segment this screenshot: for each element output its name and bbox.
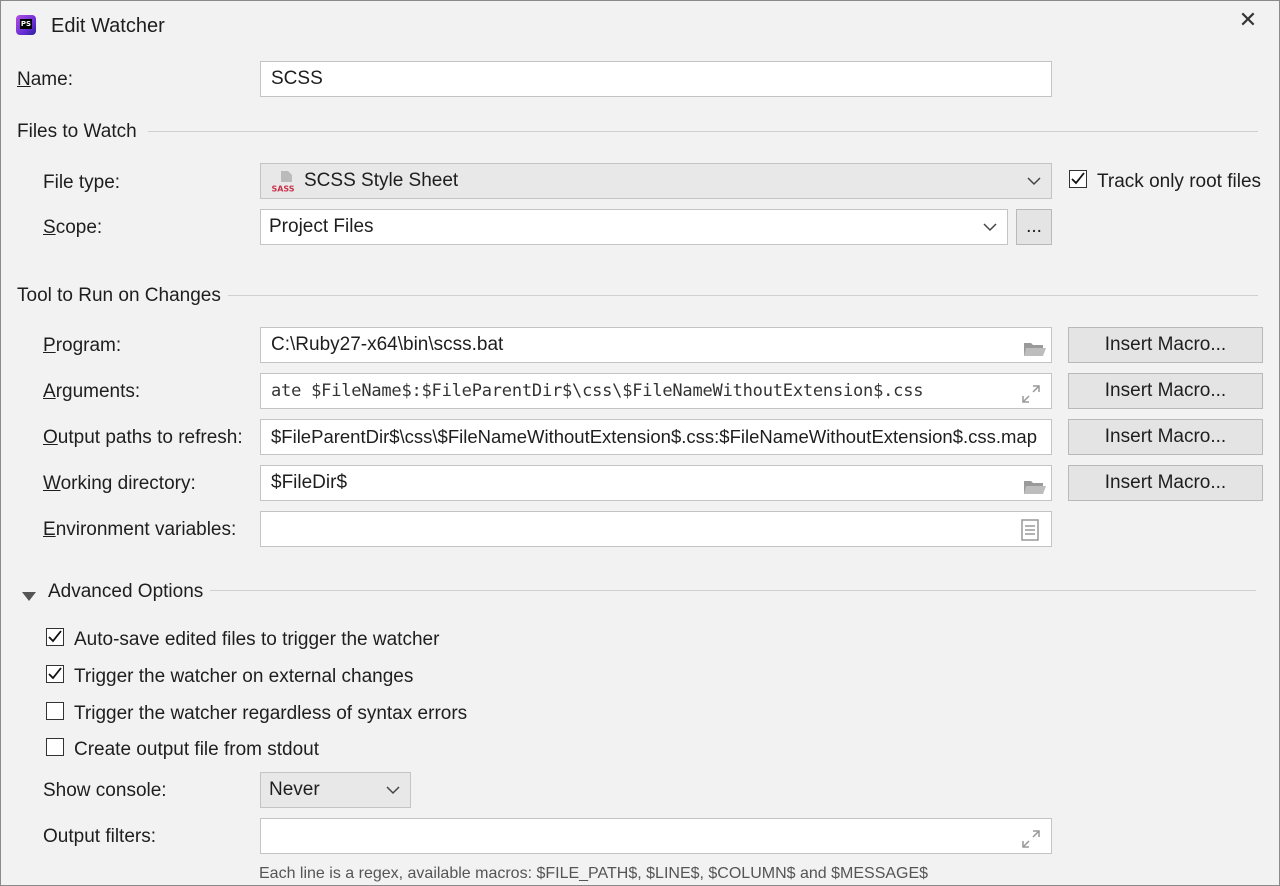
trigger-external-label: Trigger the watcher on external changes [74,666,414,687]
chevron-down-icon [1027,164,1041,210]
program-value: C:\Ruby27-x64\bin\scss.bat [271,334,504,355]
checkmark-icon [48,667,62,680]
tool-heading: Tool to Run on Changes [17,285,221,306]
working-directory-insert-macro-button[interactable]: Insert Macro... [1068,465,1263,501]
show-console-dropdown[interactable]: Never [260,772,411,808]
scope-browse-button[interactable]: ... [1016,209,1052,245]
phpstorm-app-icon: PS [16,15,36,35]
working-directory-value: $FileDir$ [271,472,348,493]
program-label: Program: [43,335,122,356]
auto-save-checkbox[interactable] [46,628,64,646]
output-paths-label: Output paths to refresh: [43,427,243,448]
environment-variables-input[interactable] [260,511,1052,547]
trigger-external-checkbox[interactable] [46,665,64,683]
separator [210,590,1256,591]
track-only-root-label: Track only root files [1097,171,1262,192]
file-type-value: SCSS Style Sheet [304,170,459,191]
auto-save-label: Auto-save edited files to trigger the wa… [74,629,440,650]
output-filters-label: Output filters: [43,826,156,847]
dialog-title: Edit Watcher [51,15,165,37]
name-input[interactable]: SCSS [260,61,1052,97]
arguments-insert-macro-button[interactable]: Insert Macro... [1068,373,1263,409]
output-filters-hint: Each line is a regex, available macros: … [259,865,929,882]
trigger-regardless-checkbox[interactable] [46,702,64,720]
arguments-input[interactable]: ate $FileName$:$FileParentDir$\css\$File… [260,373,1052,409]
separator [228,295,1258,296]
document-icon[interactable] [1021,519,1041,541]
output-paths-input[interactable]: $FileParentDir$\css\$FileNameWithoutExte… [260,419,1052,455]
file-type-dropdown[interactable]: SASS SCSS Style Sheet [260,163,1052,199]
program-insert-macro-button[interactable]: Insert Macro... [1068,327,1263,363]
program-input[interactable]: C:\Ruby27-x64\bin\scss.bat [260,327,1052,363]
folder-icon[interactable] [1023,336,1046,356]
file-type-label: File type: [43,172,121,193]
checkmark-icon [1071,172,1085,185]
name-label: Name: [17,69,73,90]
show-console-label: Show console: [43,780,167,801]
arguments-value: ate $FileName$:$FileParentDir$\css\$File… [271,381,924,401]
output-filters-input[interactable] [260,818,1052,854]
folder-icon[interactable] [1023,474,1046,494]
track-only-root-checkbox[interactable] [1069,170,1087,188]
show-console-value: Never [269,779,320,800]
trigger-regardless-label: Trigger the watcher regardless of syntax… [74,703,468,724]
scope-value: Project Files [269,216,374,237]
close-icon[interactable]: ✕ [1238,8,1258,32]
advanced-options-heading[interactable]: Advanced Options [48,580,203,604]
collapse-triangle-icon[interactable] [22,586,36,601]
create-output-stdout-label: Create output file from stdout [74,739,320,760]
output-paths-insert-macro-button[interactable]: Insert Macro... [1068,419,1263,455]
working-directory-input[interactable]: $FileDir$ [260,465,1052,501]
sass-icon-text: SASS [271,185,294,194]
create-output-stdout-checkbox[interactable] [46,738,64,756]
chevron-down-icon [386,773,400,819]
arguments-label: Arguments: [43,381,141,402]
sass-file-icon: SASS [271,170,295,194]
scope-dropdown[interactable]: Project Files [260,209,1008,245]
scope-label: Scope: [43,217,103,238]
checkmark-icon [48,630,62,643]
files-to-watch-heading: Files to Watch [17,121,137,142]
expand-icon[interactable] [1021,827,1041,848]
environment-variables-label: Environment variables: [43,519,237,540]
chevron-down-icon [983,210,997,256]
working-directory-label: Working directory: [43,473,196,494]
expand-icon[interactable] [1021,382,1041,403]
separator [148,131,1258,132]
